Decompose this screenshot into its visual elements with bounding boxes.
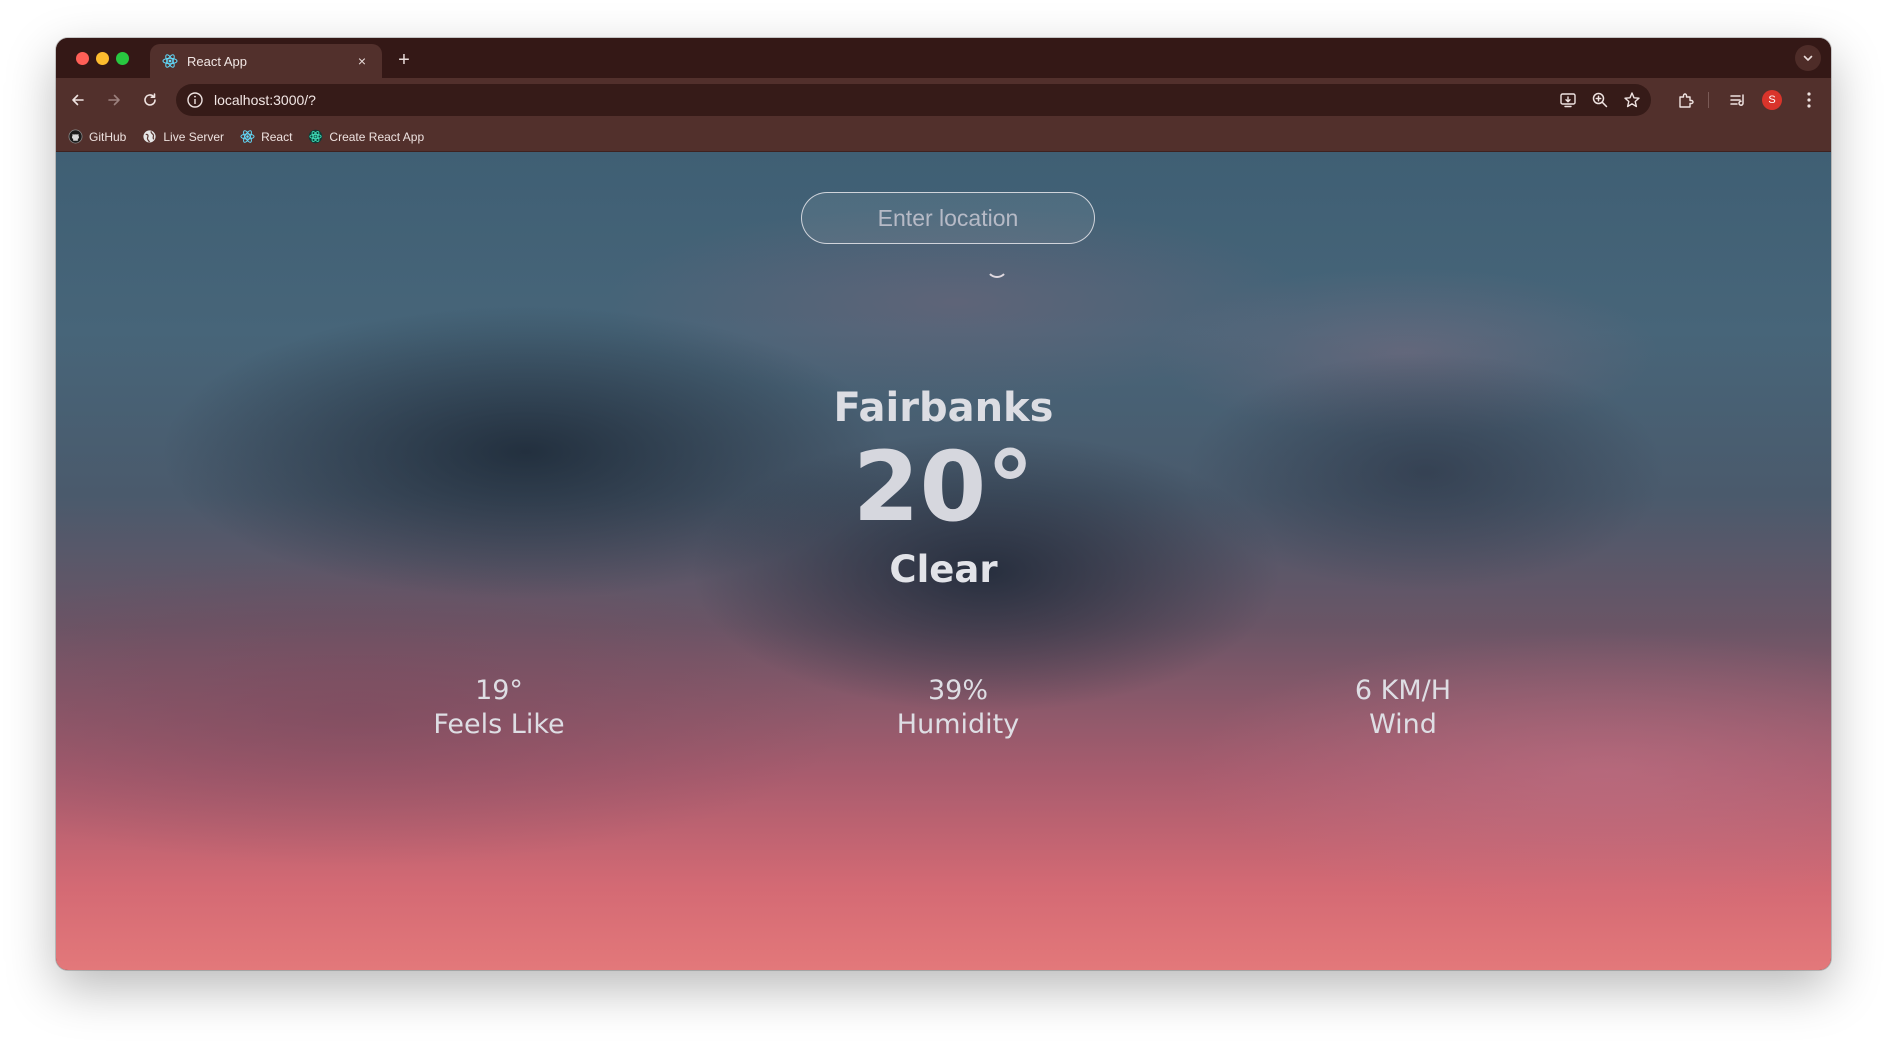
browser-window: React App × + localhost:3000/? S GitHub … [56, 38, 1831, 970]
arrow-right-icon [106, 92, 122, 108]
wind-stat: 6 KM/H Wind [1273, 674, 1533, 742]
bookmarks-bar: GitHub Live Server React Create React Ap… [56, 122, 1831, 152]
reload-button[interactable] [138, 88, 162, 112]
feels-like-value: 19° [475, 675, 523, 706]
bookmark-label: GitHub [89, 129, 127, 144]
tab-search-button[interactable] [1795, 45, 1821, 71]
globe-icon [142, 129, 157, 144]
reading-list-button[interactable] [1726, 88, 1750, 112]
weather-condition: Clear [889, 548, 998, 591]
wind-value: 6 KM/H [1354, 675, 1452, 706]
kebab-menu-icon [1806, 91, 1812, 109]
zoom-icon [1591, 91, 1609, 109]
temperature: 20° [852, 431, 1035, 543]
arrow-left-icon [70, 92, 86, 108]
address-text: localhost:3000/? [214, 92, 316, 108]
tab-react-app[interactable]: React App × [150, 44, 382, 78]
react-logo-icon [162, 53, 178, 69]
humidity-value: 39% [927, 675, 988, 706]
install-app-button[interactable] [1558, 90, 1578, 110]
bookmark-github[interactable]: GitHub [68, 129, 126, 144]
loading-spinner-icon [986, 256, 1008, 278]
playlist-icon [1729, 91, 1747, 109]
react-logo-icon [240, 129, 255, 144]
bookmark-label: Live Server [163, 129, 225, 144]
bookmark-create-react-app[interactable]: Create React App [308, 129, 424, 144]
back-button[interactable] [66, 88, 90, 112]
new-tab-button[interactable]: + [392, 48, 416, 72]
minimize-window-button[interactable] [96, 52, 109, 65]
toolbar-separator [1708, 92, 1709, 108]
humidity-stat: 39% Humidity [828, 674, 1088, 742]
chevron-down-icon [1802, 52, 1814, 64]
star-icon [1623, 91, 1641, 109]
feels-like-label: Feels Like [433, 709, 565, 740]
address-bar[interactable]: localhost:3000/? [176, 84, 1651, 116]
close-window-button[interactable] [76, 52, 89, 65]
maximize-window-button[interactable] [116, 52, 129, 65]
bookmark-label: React [261, 129, 293, 144]
browser-menu-button[interactable] [1797, 88, 1821, 112]
bookmark-live-server[interactable]: Live Server [142, 129, 224, 144]
wind-label: Wind [1369, 709, 1437, 740]
city-name: Fairbanks [833, 385, 1054, 431]
site-info-icon[interactable] [186, 91, 204, 109]
zoom-button[interactable] [1590, 90, 1610, 110]
tab-close-icon[interactable]: × [354, 53, 370, 69]
reload-icon [142, 92, 158, 108]
create-react-app-icon [308, 129, 323, 144]
puzzle-icon [1677, 91, 1695, 109]
profile-avatar[interactable]: S [1762, 90, 1782, 110]
humidity-label: Humidity [896, 709, 1020, 740]
extensions-button[interactable] [1674, 88, 1698, 112]
install-icon [1559, 91, 1577, 109]
github-icon [68, 129, 83, 144]
browser-toolbar: localhost:3000/? S [56, 78, 1831, 122]
tab-strip: React App × + [56, 38, 1831, 78]
tab-title: React App [187, 53, 247, 69]
location-search-input[interactable]: Enter location [801, 192, 1095, 244]
bookmark-label: Create React App [329, 129, 425, 144]
bookmark-react[interactable]: React [240, 129, 292, 144]
bookmark-star-button[interactable] [1622, 90, 1642, 110]
feels-like-stat: 19° Feels Like [369, 674, 629, 742]
forward-button[interactable] [102, 88, 126, 112]
weather-app: Enter location Fairbanks 20° Clear 19° F… [56, 152, 1831, 970]
